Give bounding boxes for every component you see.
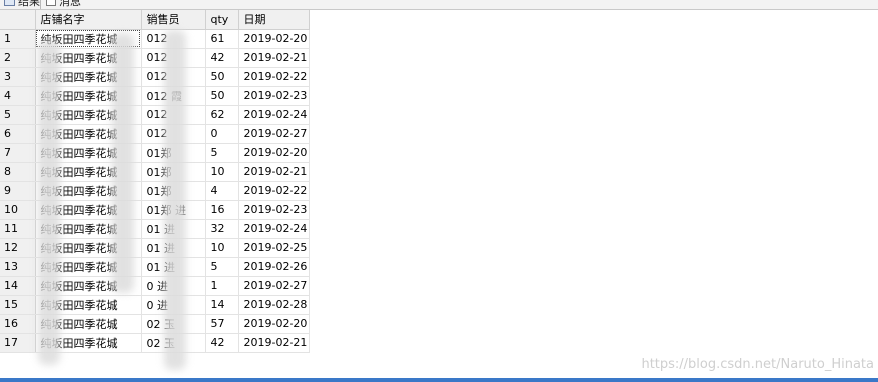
- cell-qty[interactable]: 10: [205, 162, 239, 182]
- cell-date[interactable]: 2019-02-28: [238, 295, 310, 315]
- cell-qty[interactable]: 4: [205, 181, 239, 201]
- tab-messages-label: 消息: [59, 0, 81, 8]
- column-header-qty[interactable]: qty: [205, 10, 239, 30]
- column-header-seller[interactable]: 销售员: [141, 10, 206, 30]
- row-number-cell[interactable]: 2: [0, 48, 36, 68]
- cell-qty[interactable]: 0: [205, 124, 239, 144]
- watermark-text: https://blog.csdn.net/Naruto_Hinata: [641, 357, 874, 372]
- message-icon: [46, 0, 56, 6]
- row-number-cell[interactable]: 12: [0, 238, 36, 258]
- row-number-cell[interactable]: 4: [0, 86, 36, 106]
- row-number-cell[interactable]: 11: [0, 219, 36, 239]
- cell-qty[interactable]: 50: [205, 67, 239, 87]
- cell-date[interactable]: 2019-02-25: [238, 238, 310, 258]
- cell-qty[interactable]: 14: [205, 295, 239, 315]
- cell-date[interactable]: 2019-02-23: [238, 200, 310, 220]
- cell-qty[interactable]: 5: [205, 257, 239, 277]
- cell-date[interactable]: 2019-02-21: [238, 162, 310, 182]
- cell-qty[interactable]: 42: [205, 333, 239, 353]
- row-number-cell[interactable]: 1: [0, 29, 36, 49]
- cell-qty[interactable]: 50: [205, 86, 239, 106]
- row-number-cell[interactable]: 15: [0, 295, 36, 315]
- row-number-cell[interactable]: 5: [0, 105, 36, 125]
- tab-results[interactable]: 结果: [4, 0, 40, 8]
- cell-date[interactable]: 2019-02-24: [238, 105, 310, 125]
- column-header-date[interactable]: 日期: [238, 10, 310, 30]
- cell-qty[interactable]: 57: [205, 314, 239, 334]
- cell-qty[interactable]: 1: [205, 276, 239, 296]
- cell-qty[interactable]: 16: [205, 200, 239, 220]
- cell-date[interactable]: 2019-02-27: [238, 276, 310, 296]
- cell-date[interactable]: 2019-02-22: [238, 67, 310, 87]
- row-number-cell[interactable]: 9: [0, 181, 36, 201]
- results-tabstrip: 结果 消息: [0, 0, 878, 10]
- row-number-cell[interactable]: 7: [0, 143, 36, 163]
- row-number-cell[interactable]: 17: [0, 333, 36, 353]
- tab-messages[interactable]: 消息: [46, 0, 81, 8]
- tab-results-label: 结果: [18, 0, 40, 8]
- cell-date[interactable]: 2019-02-20: [238, 143, 310, 163]
- tab-divider: [40, 0, 41, 9]
- cell-date[interactable]: 2019-02-21: [238, 333, 310, 353]
- cell-date[interactable]: 2019-02-24: [238, 219, 310, 239]
- cell-qty[interactable]: 32: [205, 219, 239, 239]
- redaction-mask: [164, 30, 186, 370]
- header-row: 店铺名字 销售员 qty 日期: [0, 10, 310, 30]
- column-header-shop[interactable]: 店铺名字: [35, 10, 142, 30]
- row-number-cell[interactable]: 8: [0, 162, 36, 182]
- cell-date[interactable]: 2019-02-21: [238, 48, 310, 68]
- cell-date[interactable]: 2019-02-27: [238, 124, 310, 144]
- redaction-mask: [112, 33, 134, 293]
- cell-date[interactable]: 2019-02-20: [238, 29, 310, 49]
- cell-date[interactable]: 2019-02-23: [238, 86, 310, 106]
- cell-date[interactable]: 2019-02-20: [238, 314, 310, 334]
- cell-qty[interactable]: 5: [205, 143, 239, 163]
- grid-icon: [4, 0, 15, 6]
- cell-qty[interactable]: 61: [205, 29, 239, 49]
- corner-cell[interactable]: [0, 10, 36, 30]
- cell-qty[interactable]: 10: [205, 238, 239, 258]
- redaction-mask: [38, 40, 60, 365]
- row-number-cell[interactable]: 16: [0, 314, 36, 334]
- row-number-cell[interactable]: 13: [0, 257, 36, 277]
- row-number-cell[interactable]: 6: [0, 124, 36, 144]
- cell-date[interactable]: 2019-02-26: [238, 257, 310, 277]
- cell-qty[interactable]: 42: [205, 48, 239, 68]
- row-number-cell[interactable]: 3: [0, 67, 36, 87]
- cell-qty[interactable]: 62: [205, 105, 239, 125]
- row-number-cell[interactable]: 10: [0, 200, 36, 220]
- cell-date[interactable]: 2019-02-22: [238, 181, 310, 201]
- status-bar: [0, 378, 878, 382]
- row-number-cell[interactable]: 14: [0, 276, 36, 296]
